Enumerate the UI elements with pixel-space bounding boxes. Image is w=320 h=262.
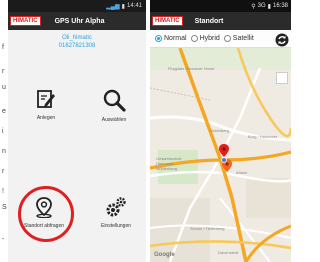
edge-char: ! <box>2 188 4 195</box>
location-status-icon: ⚲ <box>251 3 256 10</box>
map-label: Flugplatz Hannover Hover <box>168 66 215 71</box>
radio-label: Hybrid <box>199 35 220 42</box>
edge-char: S <box>2 204 7 211</box>
auswaehlen-label: Auswählen <box>101 117 127 123</box>
battery-icon: ▮ <box>267 3 271 10</box>
battery-icon: ▮ <box>121 3 125 10</box>
gears-icon <box>106 197 126 217</box>
signal-icon: ▂▄▆ <box>106 3 120 10</box>
radio-label: Satellit <box>232 35 254 42</box>
map-label: Davenstedt <box>218 250 239 255</box>
map-type-satellit[interactable]: Satellit <box>223 35 254 42</box>
edge-char: f <box>2 44 4 51</box>
action-bar: HIMATIC Standort <box>150 12 291 30</box>
network-type: 3G <box>257 3 266 9</box>
edge-char: n <box>2 148 6 155</box>
standort-label: Standort abfragen <box>23 223 65 229</box>
status-bar: ⚲ 3G ▮ 16:38 <box>150 0 291 12</box>
auswaehlen-button[interactable]: Auswählen <box>92 88 136 123</box>
phone-gps-menu-screen: ▂▄▆ ▮ 14:41 HIMATIC GPS Uhr Alpha Oli_hi… <box>8 0 146 262</box>
map-label: Gesamtschule Hannover-Mühlenberg <box>156 156 182 171</box>
einstellungen-button[interactable]: Einstellungen <box>94 196 138 229</box>
map-label: Burg / Hannover <box>248 134 278 139</box>
device-user-name: Oli_himatic <box>62 35 92 41</box>
refresh-button[interactable] <box>275 33 289 47</box>
edit-note-icon <box>37 90 55 108</box>
anlegen-label: Anlegen <box>36 115 56 121</box>
status-time: 14:41 <box>126 3 142 9</box>
radio-icon <box>155 35 162 42</box>
google-attribution: Google <box>154 252 175 258</box>
himatic-logo: HIMATIC <box>10 16 41 26</box>
my-location-button[interactable] <box>276 72 288 84</box>
radio-icon <box>190 35 198 42</box>
device-phone-number: 01627821308 <box>58 43 96 49</box>
edge-char: i <box>2 128 4 135</box>
map-label: Schule / Tiefenberg <box>190 226 225 231</box>
edge-char: r <box>2 68 5 75</box>
map-type-normal[interactable]: Normal <box>155 35 187 42</box>
standort-abfragen-button[interactable]: Standort abfragen <box>22 196 66 229</box>
device-info: Oli_himatic 01627821308 <box>8 34 146 50</box>
app-title: GPS Uhr Alpha <box>54 17 105 25</box>
clipped-article-text: f r u e i n r ! S - <box>0 0 8 262</box>
edge-char: e <box>2 108 6 115</box>
radio-label: Normal <box>164 35 187 42</box>
action-bar: HIMATIC GPS Uhr Alpha <box>8 12 146 30</box>
edge-char: r <box>2 168 5 175</box>
edge-char: - <box>2 236 5 243</box>
screenshot-stage: f r u e i n r ! S - ▂▄▆ ▮ 14:41 HIMATIC … <box>0 0 291 262</box>
page-title: Standort <box>194 17 224 25</box>
search-icon <box>103 89 126 112</box>
einstellungen-label: Einstellungen <box>100 223 132 229</box>
edge-char: u <box>2 84 6 91</box>
phone-map-screen: ⚲ 3G ▮ 16:38 HIMATIC Standort Normal Hyb… <box>150 0 291 262</box>
status-bar: ▂▄▆ ▮ 14:41 <box>8 0 146 12</box>
map-label: Ahlem <box>236 170 248 175</box>
anlegen-button[interactable]: Anlegen <box>28 88 64 121</box>
map-type-hybrid[interactable]: Hybrid <box>190 35 220 42</box>
map-pin-icon <box>36 197 52 219</box>
himatic-logo: HIMATIC <box>152 16 183 26</box>
map-label: Gutenberg <box>210 128 229 133</box>
radio-icon <box>223 35 231 42</box>
map-type-selector: Normal Hybrid Satellit <box>150 30 291 48</box>
status-time: 16:38 <box>272 3 288 9</box>
